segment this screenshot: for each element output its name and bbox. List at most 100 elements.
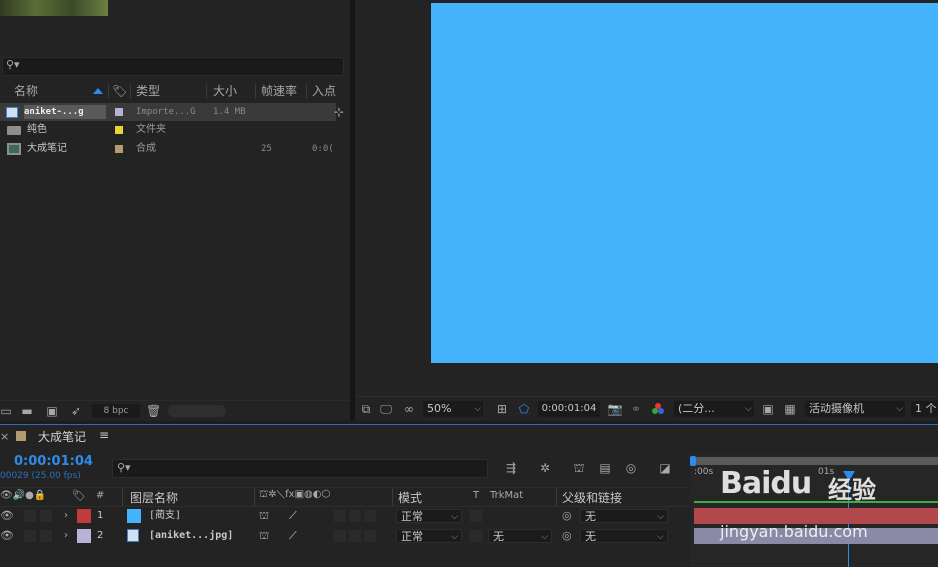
monitor-icon[interactable]: 🖵: [379, 401, 393, 417]
layer-switches-icon[interactable]: ⛫✲⟍fx▣◍◐⬡: [259, 489, 330, 502]
av-switches-icon[interactable]: 👁🔊●🔒: [0, 490, 46, 501]
vr-mask-icon[interactable]: ∞: [401, 401, 417, 417]
rgb-channel-icon[interactable]: [652, 403, 664, 415]
layer-name[interactable]: [蔺支]: [149, 506, 181, 526]
draft-3d-icon[interactable]: ✲: [536, 460, 554, 476]
interpret-footage-icon[interactable]: ▭: [0, 403, 12, 419]
motion-blur-icon[interactable]: ◎: [622, 460, 640, 476]
transparency-grid-icon[interactable]: ▦: [783, 401, 797, 417]
panel-menu-icon[interactable]: ≡: [99, 428, 109, 442]
new-folder-icon[interactable]: ▬: [20, 403, 34, 419]
shy-switch-icon[interactable]: ⛫: [259, 526, 269, 546]
viewer-timecode[interactable]: 0:00:01:04: [538, 401, 600, 417]
lock-switch[interactable]: [40, 510, 52, 522]
visibility-eye-icon[interactable]: 👁: [0, 506, 14, 526]
flowchart-icon[interactable]: ⊹: [334, 103, 344, 121]
3d-switch[interactable]: [364, 530, 376, 542]
layer-search-input[interactable]: ⚲▾: [112, 459, 488, 478]
project-item-row[interactable]: 大成笔记 合成 25 0:0(: [0, 140, 336, 158]
always-preview-icon[interactable]: ⧉: [359, 401, 373, 417]
layer-label-swatch[interactable]: [77, 529, 91, 543]
shy-layers-icon[interactable]: ⛫: [570, 460, 588, 476]
search-icon: ⚲▾: [6, 58, 20, 71]
layer-mode-select[interactable]: 正常 ⌵: [396, 509, 462, 523]
item-name[interactable]: aniket-...g: [24, 105, 106, 119]
comp-flowchart-icon[interactable]: ⇶: [502, 460, 520, 476]
fx-switch[interactable]: [334, 530, 346, 542]
label-color-swatch[interactable]: [115, 145, 123, 153]
preserve-transparency-switch[interactable]: [470, 510, 482, 522]
label-color-swatch[interactable]: [115, 126, 123, 134]
layer-name[interactable]: [aniket...jpg]: [149, 526, 233, 546]
layer-mode-select[interactable]: 正常 ⌵: [396, 529, 462, 543]
work-area-bar[interactable]: [694, 457, 938, 465]
timeline-timecode[interactable]: 0:00:01:04: [14, 454, 93, 469]
thumbnail-zoom-slider[interactable]: [168, 405, 226, 417]
close-tab-icon[interactable]: ×: [0, 430, 9, 443]
new-composition-icon[interactable]: ▣: [44, 403, 60, 419]
resolution-select[interactable]: (二分... ⌵: [674, 401, 754, 417]
camera-select[interactable]: 活动摄像机 ⌵: [805, 401, 905, 417]
solo-switch[interactable]: [24, 530, 36, 542]
adjustment-switch[interactable]: [349, 530, 361, 542]
col-preserve-transparency[interactable]: T: [473, 490, 479, 501]
show-snapshot-icon[interactable]: ⚭: [629, 401, 643, 417]
frame-blending-icon[interactable]: ▤: [596, 460, 614, 476]
quality-switch-icon[interactable]: ⟋: [289, 526, 297, 546]
preserve-transparency-switch[interactable]: [470, 530, 482, 542]
col-name[interactable]: 名称: [14, 84, 38, 99]
trash-icon[interactable]: 🗑: [146, 403, 161, 419]
col-fps[interactable]: 帧速率: [261, 84, 297, 99]
visibility-eye-icon[interactable]: 👁: [0, 526, 14, 546]
col-mode[interactable]: 模式: [398, 489, 422, 506]
mask-visibility-icon[interactable]: ⬠: [517, 401, 531, 417]
col-in-point[interactable]: 入点: [312, 84, 336, 99]
render-queue-icon[interactable]: ➶: [69, 403, 83, 419]
quality-switch-icon[interactable]: ⟋: [289, 506, 297, 526]
pick-whip-icon[interactable]: ◎: [562, 506, 572, 526]
chevron-down-icon: ⌵: [896, 404, 903, 414]
parent-select[interactable]: 无 ⌵: [580, 529, 668, 543]
label-column-icon[interactable]: 🏷: [72, 489, 86, 502]
footage-icon: [6, 107, 18, 118]
label-tag-icon[interactable]: 🏷: [112, 84, 127, 99]
pick-whip-icon[interactable]: ◎: [562, 526, 572, 546]
col-trkmat[interactable]: TrkMat: [490, 490, 523, 501]
graph-editor-icon[interactable]: ◪: [656, 460, 674, 476]
shy-switch-icon[interactable]: ⛫: [259, 506, 269, 526]
project-item-row[interactable]: aniket-...g Importe...G 1.4 MB: [0, 103, 336, 121]
expand-chevron-icon[interactable]: ›: [64, 506, 68, 526]
timeline-comp-name[interactable]: 大成笔记: [38, 428, 86, 445]
adjustment-switch[interactable]: [349, 510, 361, 522]
project-search-input[interactable]: ⚲▾: [2, 57, 344, 76]
zoom-select[interactable]: 50% ⌵: [423, 401, 483, 417]
col-parent[interactable]: 父级和链接: [562, 489, 622, 506]
col-type[interactable]: 类型: [136, 84, 160, 99]
composition-canvas[interactable]: [431, 3, 938, 363]
col-layer-name[interactable]: 图层名称: [130, 489, 178, 506]
layer-columns-header: 👁🔊●🔒 🏷 # 图层名称 ⛫✲⟍fx▣◍◐⬡ 模式 T TrkMat 父级和链…: [0, 487, 690, 507]
layer-label-swatch[interactable]: [77, 509, 91, 523]
solo-switch[interactable]: [24, 510, 36, 522]
fx-switch[interactable]: [334, 510, 346, 522]
region-of-interest-icon[interactable]: ▣: [761, 401, 775, 417]
title-safe-icon[interactable]: ⊞: [495, 401, 509, 417]
layer-row[interactable]: 👁 › 1 [蔺支] ⛫ ⟋ 正常 ⌵ ◎ 无 ⌵: [0, 506, 690, 526]
lock-switch[interactable]: [40, 530, 52, 542]
project-item-row[interactable]: 纯色 文件夹: [0, 121, 336, 139]
item-fps: 25: [261, 144, 272, 154]
work-area-start-handle[interactable]: [690, 456, 696, 466]
item-name[interactable]: 纯色: [27, 121, 47, 139]
expand-chevron-icon[interactable]: ›: [64, 526, 68, 546]
parent-select[interactable]: 无 ⌵: [580, 509, 668, 523]
3d-switch[interactable]: [364, 510, 376, 522]
item-name[interactable]: 大成笔记: [27, 140, 67, 158]
view-layout-select[interactable]: 1 个: [911, 401, 938, 417]
col-layer-number[interactable]: #: [96, 490, 104, 501]
trkmat-select[interactable]: 无 ⌵: [488, 529, 552, 543]
layer-row[interactable]: 👁 › 2 [aniket...jpg] ⛫ ⟋ 正常 ⌵ 无 ⌵ ◎ 无 ⌵: [0, 526, 690, 546]
bit-depth-button[interactable]: 8 bpc: [92, 404, 140, 418]
camera-snapshot-icon[interactable]: 📷: [607, 401, 623, 417]
col-size[interactable]: 大小: [213, 84, 237, 99]
label-color-swatch[interactable]: [115, 108, 123, 116]
